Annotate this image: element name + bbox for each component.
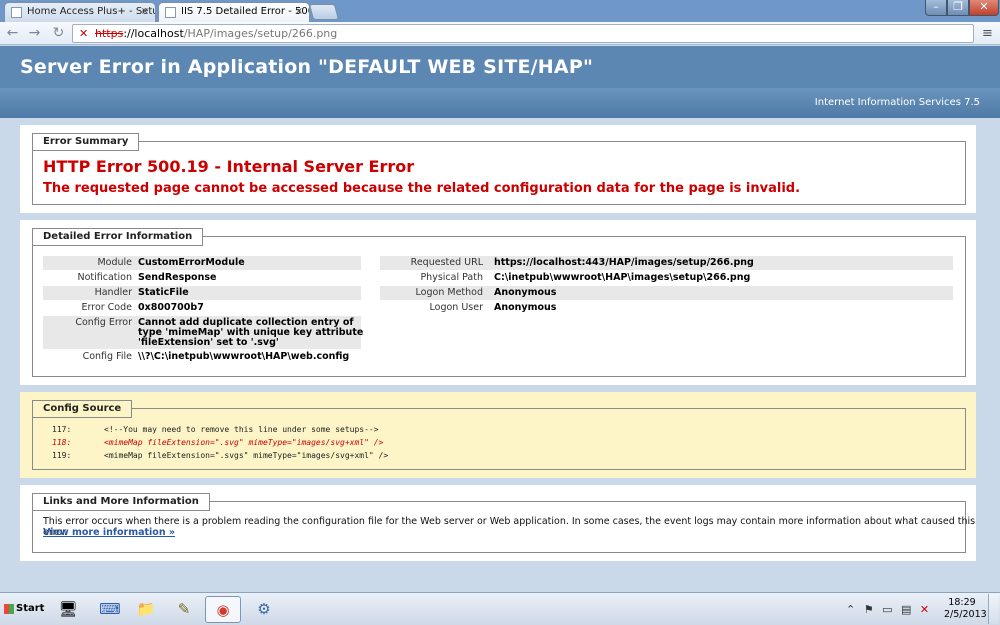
- detail-value: C:\inetpub\wwwroot\HAP\images\setup\266.…: [494, 272, 751, 283]
- back-button[interactable]: ←: [4, 25, 21, 42]
- new-tab-button[interactable]: [308, 4, 340, 20]
- error-summary-legend: Error Summary: [32, 133, 140, 151]
- network-icon[interactable]: ▤: [901, 603, 911, 616]
- detail-row-config-error: Config Error Cannot add duplicate collec…: [43, 317, 373, 351]
- tab-strip: Home Access Plus+ - Setup × IIS 7.5 Deta…: [0, 0, 1000, 22]
- tab-label: Home Access Plus+ - Setup: [27, 6, 156, 17]
- taskbar: Start 🖥 ⌨ 📁 ✎ ◉ ⚙ ⌃ ⚑ ▭ ▤ ✕ 18:29 2/5/20…: [0, 592, 1000, 625]
- address-bar[interactable]: ✕ https://localhost/HAP/images/setup/266…: [72, 24, 974, 43]
- explorer-icon[interactable]: 📁: [128, 596, 164, 623]
- windows-logo-icon: [4, 604, 14, 614]
- detail-value: 0x800700b7: [138, 302, 204, 313]
- clock[interactable]: 18:29 2/5/2013: [944, 597, 987, 621]
- url-path: /HAP/images/setup/266.png: [183, 27, 338, 40]
- system-tray: ⌃ ⚑ ▭ ▤ ✕: [846, 596, 946, 623]
- detail-label: Requested URL: [410, 257, 483, 268]
- page-favicon-icon: [165, 7, 176, 18]
- show-desktop-button[interactable]: [988, 594, 998, 624]
- detail-label: Logon User: [429, 302, 483, 313]
- clock-time: 18:29: [948, 597, 976, 608]
- chrome-icon[interactable]: ◉: [205, 596, 241, 623]
- browser-menu-icon[interactable]: ≡: [979, 25, 996, 42]
- detail-label: Error Code: [81, 302, 133, 313]
- display-icon[interactable]: ▭: [882, 603, 892, 616]
- detail-label: Config File: [82, 351, 132, 362]
- error-title: HTTP Error 500.19 - Internal Server Erro…: [43, 157, 415, 176]
- detailed-error-legend: Detailed Error Information: [32, 228, 204, 246]
- page-title: Server Error in Application "DEFAULT WEB…: [20, 56, 594, 78]
- server-manager-icon[interactable]: 🖥: [50, 596, 86, 623]
- action-center-flag-icon[interactable]: ⚑: [864, 603, 874, 616]
- volume-muted-icon[interactable]: ✕: [920, 603, 929, 616]
- links-legend: Links and More Information: [32, 493, 210, 511]
- tab-close-icon[interactable]: ×: [295, 3, 303, 21]
- iis-manager-icon[interactable]: ⚙: [246, 596, 282, 623]
- insecure-lock-icon[interactable]: ✕: [79, 25, 88, 42]
- browser-chrome: Home Access Plus+ - Setup × IIS 7.5 Deta…: [0, 0, 1000, 45]
- code-line-highlight: <mimeMap fileExtension=".svg" mimeType="…: [104, 438, 384, 447]
- tab-label: IIS 7.5 Detailed Error - 500.: [181, 6, 310, 17]
- clock-date: 2/5/2013: [944, 609, 987, 620]
- show-hidden-icons-icon[interactable]: ⌃: [846, 603, 855, 616]
- view-more-link[interactable]: View more information »: [43, 527, 175, 538]
- url-scheme: https: [95, 27, 124, 40]
- detail-value: CustomErrorModule: [138, 257, 245, 268]
- tab-iis-error[interactable]: IIS 7.5 Detailed Error - 500. ×: [158, 2, 310, 22]
- detail-value-line: 'fileExtension' set to '.svg': [138, 337, 279, 348]
- server-name: Internet Information Services 7.5: [814, 97, 980, 108]
- page-header: Server Error in Application "DEFAULT WEB…: [0, 46, 1000, 88]
- tab-hap-setup[interactable]: Home Access Plus+ - Setup ×: [4, 2, 156, 22]
- config-source-legend: Config Source: [32, 400, 133, 418]
- forward-button[interactable]: →: [26, 25, 43, 42]
- start-button[interactable]: Start: [2, 598, 45, 620]
- detail-value: Anonymous: [494, 302, 557, 313]
- detail-value: \\?\C:\inetpub\wwwroot\HAP\web.config: [138, 351, 350, 362]
- detail-label: Module: [97, 257, 132, 268]
- minimize-button[interactable]: –: [925, 0, 947, 16]
- links-description: This error occurs when there is a proble…: [43, 516, 976, 538]
- start-label: Start: [16, 603, 45, 614]
- maximize-button[interactable]: ❐: [947, 0, 969, 16]
- close-window-button[interactable]: ✕: [969, 0, 999, 16]
- error-message: The requested page cannot be accessed be…: [43, 181, 801, 196]
- detail-label: Handler: [94, 287, 132, 298]
- code-line-number: 117:: [52, 425, 72, 434]
- detail-value: https://localhost:443/HAP/images/setup/2…: [494, 257, 754, 268]
- notepad-icon[interactable]: ✎: [166, 596, 202, 623]
- reload-button[interactable]: ↻: [50, 25, 67, 42]
- navigation-bar: ← → ↻ ✕ https://localhost/HAP/images/set…: [0, 22, 1000, 45]
- powershell-icon[interactable]: ⌨: [92, 596, 128, 623]
- detail-label: Notification: [77, 272, 132, 283]
- code-line: <!--You may need to remove this line und…: [104, 425, 379, 434]
- detail-label: Logon Method: [415, 287, 483, 298]
- detail-value: Anonymous: [494, 287, 557, 298]
- url-host: ://localhost: [123, 27, 184, 40]
- detail-label: Physical Path: [420, 272, 483, 283]
- detail-value: SendResponse: [138, 272, 217, 283]
- code-line-number: 119:: [52, 451, 72, 460]
- code-line-number-highlight: 118:: [52, 438, 72, 447]
- detail-label: Config Error: [75, 317, 132, 328]
- detail-value: StaticFile: [138, 287, 189, 298]
- page-favicon-icon: [11, 7, 22, 18]
- server-bar: Internet Information Services 7.5: [0, 88, 1000, 118]
- code-line: <mimeMap fileExtension=".svgs" mimeType=…: [104, 451, 389, 460]
- tab-close-icon[interactable]: ×: [141, 3, 149, 21]
